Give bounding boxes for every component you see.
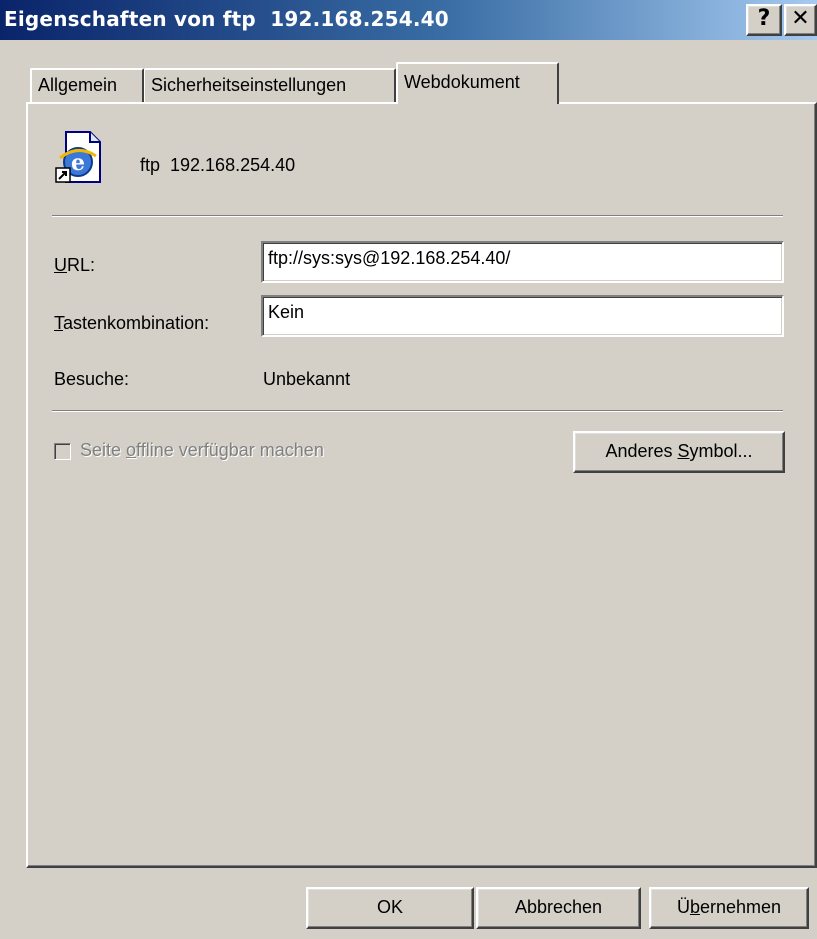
offline-checkbox-label: Seite offline verfügbar machen	[80, 440, 324, 460]
shortcut-field[interactable]: Kein	[261, 295, 784, 337]
tab-label: Allgemein	[38, 75, 118, 95]
document-name: ftp 192.168.254.40	[140, 155, 296, 175]
cancel-button[interactable]: Abbrechen	[476, 887, 641, 929]
url-label: URL:	[54, 255, 96, 275]
ok-button[interactable]: OK	[306, 887, 474, 929]
svg-text:e: e	[71, 150, 85, 176]
tab-label: Sicherheitseinstellungen	[151, 75, 347, 95]
url-field[interactable]: ftp://sys:sys@192.168.254.40/	[261, 241, 784, 283]
title-bar: Eigenschaften von ftp 192.168.254.40 ? ✕	[0, 0, 817, 40]
offline-checkbox[interactable]	[54, 443, 71, 460]
change-icon-button[interactable]: Anderes Symbol...	[573, 431, 785, 473]
visits-value: Unbekannt	[263, 369, 351, 389]
window-title: Eigenschaften von ftp 192.168.254.40	[4, 7, 449, 31]
internet-shortcut-icon: e	[55, 131, 101, 183]
tab-sicherheitseinstellungen[interactable]: Sicherheitseinstellungen	[144, 68, 396, 102]
separator	[52, 410, 783, 412]
tab-label: Webdokument	[404, 72, 520, 92]
separator	[52, 215, 783, 217]
tab-webdokument[interactable]: Webdokument	[396, 62, 559, 104]
tab-allgemein[interactable]: Allgemein	[30, 68, 144, 102]
help-button[interactable]: ?	[746, 4, 782, 36]
close-button[interactable]: ✕	[784, 4, 817, 36]
apply-button[interactable]: Übernehmen	[649, 887, 809, 929]
shortcut-label: Tastenkombination:	[54, 313, 210, 333]
visits-label: Besuche:	[54, 369, 130, 389]
